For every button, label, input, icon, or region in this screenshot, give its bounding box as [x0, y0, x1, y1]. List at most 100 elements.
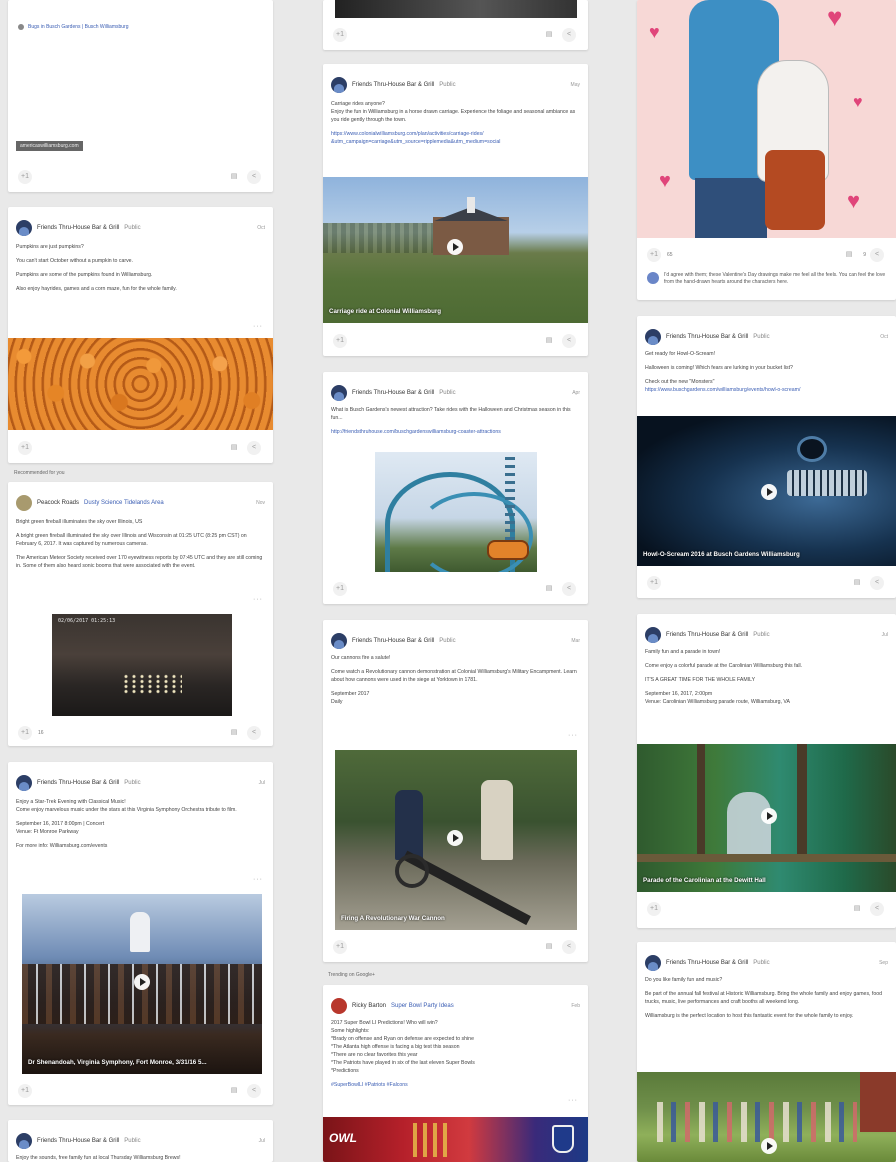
post-link[interactable]: https://www.buschgardens.com/williamsbur…: [645, 386, 886, 394]
comment-icon[interactable]: ▤: [542, 582, 556, 596]
post-text: September 16, 2017 8:00pm | Concert: [16, 821, 105, 827]
post-link[interactable]: https://www.colonialwilliamsburg.com/pla…: [331, 130, 578, 146]
comment-icon[interactable]: ▤: [850, 576, 864, 590]
comment-icon[interactable]: ▤: [227, 441, 241, 455]
plus-one-button[interactable]: +1: [333, 28, 347, 42]
share-icon[interactable]: <: [562, 582, 576, 596]
post-author[interactable]: Ricky Barton: [352, 1003, 386, 1009]
post-community[interactable]: Super Bowl Party Ideas: [391, 1003, 454, 1009]
share-icon[interactable]: <: [562, 940, 576, 954]
share-icon[interactable]: <: [562, 334, 576, 348]
plus-one-button[interactable]: +1: [18, 170, 32, 184]
comment-icon[interactable]: ▤: [227, 726, 241, 740]
post-text: *Predictions: [331, 1068, 359, 1074]
comment-icon[interactable]: ▤: [542, 28, 556, 42]
avatar[interactable]: [645, 955, 661, 971]
more-dots[interactable]: ···: [568, 732, 578, 739]
play-icon[interactable]: [761, 1138, 777, 1154]
comment-icon[interactable]: ▤: [227, 1084, 241, 1098]
post-visibility: Public: [439, 638, 456, 644]
post-card-link: Bugs in Busch Gardens | Busch Williamsbu…: [8, 0, 273, 192]
post-text: Pumpkins are just pumpkins?: [16, 244, 84, 250]
plus-one-button[interactable]: +1: [647, 902, 661, 916]
more-dots[interactable]: ···: [253, 596, 263, 603]
share-icon[interactable]: <: [870, 248, 884, 262]
howl-video[interactable]: Howl-O-Scream 2016 at Busch Gardens Will…: [637, 416, 896, 566]
avatar[interactable]: [645, 329, 661, 345]
post-author[interactable]: Friends Thru-House Bar & Grill: [666, 960, 748, 966]
parade-video[interactable]: Parade of the Carolinian at the Dewitt H…: [637, 744, 896, 892]
festival-video[interactable]: [637, 1072, 896, 1162]
post-author[interactable]: Friends Thru-House Bar & Grill: [352, 390, 434, 396]
post-author[interactable]: Friends Thru-House Bar & Grill: [37, 225, 119, 231]
avatar[interactable]: [331, 633, 347, 649]
post-author[interactable]: Friends Thru-House Bar & Grill: [352, 638, 434, 644]
plus-one-button[interactable]: +1: [18, 441, 32, 455]
post-community[interactable]: Dusty Science Tidelands Area: [84, 500, 164, 506]
share-icon[interactable]: <: [247, 726, 261, 740]
domain-badge[interactable]: americaswilliamsburg.com: [16, 141, 83, 151]
post-author[interactable]: Peacock Roads: [37, 500, 79, 506]
post-link[interactable]: http://friendsthruhouse.com/buschgardens…: [331, 428, 578, 436]
post-author[interactable]: Friends Thru-House Bar & Grill: [352, 82, 434, 88]
comment-icon[interactable]: ▤: [227, 170, 241, 184]
plus-one-button[interactable]: +1: [333, 334, 347, 348]
avatar[interactable]: [16, 1133, 32, 1149]
post-author[interactable]: Friends Thru-House Bar & Grill: [37, 780, 119, 786]
avatar[interactable]: [16, 220, 32, 236]
plus-one-button[interactable]: +1: [18, 1084, 32, 1098]
comment-icon[interactable]: ▤: [842, 248, 856, 262]
plus-one-button[interactable]: +1: [18, 726, 32, 740]
post-hashtags[interactable]: #SuperBowlLI #Patriots #Falcons: [331, 1081, 578, 1089]
share-icon[interactable]: <: [870, 576, 884, 590]
play-icon[interactable]: [761, 484, 777, 500]
post-author[interactable]: Friends Thru-House Bar & Grill: [666, 334, 748, 340]
play-icon[interactable]: [447, 830, 463, 846]
play-icon[interactable]: [447, 239, 463, 255]
share-icon[interactable]: <: [247, 441, 261, 455]
avatar[interactable]: [645, 627, 661, 643]
valentine-image[interactable]: ♥ ♥ ♥ ♥ ♥: [637, 0, 896, 238]
carriage-video[interactable]: Carriage ride at Colonial Williamsburg: [323, 177, 588, 323]
video-caption: Parade of the Carolinian at the Dewitt H…: [643, 877, 766, 884]
post-author[interactable]: Friends Thru-House Bar & Grill: [666, 632, 748, 638]
plus-one-button[interactable]: +1: [333, 940, 347, 954]
post-visibility: Public: [753, 334, 770, 340]
share-icon[interactable]: <: [870, 902, 884, 916]
commenter-avatar[interactable]: [647, 272, 659, 284]
share-icon[interactable]: <: [247, 170, 261, 184]
video-thumbnail[interactable]: [335, 0, 577, 18]
comment-icon[interactable]: ▤: [850, 902, 864, 916]
play-icon[interactable]: [134, 974, 150, 990]
more-dots[interactable]: ···: [253, 323, 263, 330]
plus-one-button[interactable]: +1: [647, 576, 661, 590]
plus-one-button[interactable]: +1: [647, 248, 661, 262]
avatar[interactable]: [331, 385, 347, 401]
share-icon[interactable]: <: [247, 1084, 261, 1098]
more-dots[interactable]: ···: [568, 1097, 578, 1104]
play-icon[interactable]: [761, 808, 777, 824]
dashcam-image[interactable]: 02/06/2017 01:25:13: [52, 614, 232, 716]
avatar[interactable]: [331, 77, 347, 93]
symphony-video[interactable]: Dr Shenandoah, Virginia Symphony, Fort M…: [22, 894, 262, 1074]
video-caption: Carriage ride at Colonial Williamsburg: [329, 308, 442, 315]
link-title[interactable]: Bugs in Busch Gardens | Busch Williamsbu…: [28, 24, 129, 30]
avatar[interactable]: [16, 775, 32, 791]
comment-icon[interactable]: ▤: [542, 940, 556, 954]
post-visibility: Public: [753, 960, 770, 966]
cannon-video[interactable]: Firing A Revolutionary War Cannon: [335, 750, 577, 930]
superbowl-image[interactable]: OWL: [323, 1117, 588, 1162]
post-text: Daily: [331, 699, 343, 705]
coaster-image[interactable]: [375, 452, 537, 572]
comment-icon[interactable]: ▤: [542, 334, 556, 348]
post-text: September 16, 2017, 2:00pm: [645, 691, 713, 697]
pumpkin-image[interactable]: [8, 338, 273, 430]
share-icon[interactable]: <: [562, 28, 576, 42]
post-author[interactable]: Friends Thru-House Bar & Grill: [37, 1138, 119, 1144]
avatar[interactable]: [16, 495, 32, 511]
more-dots[interactable]: ···: [253, 876, 263, 883]
plus-one-button[interactable]: +1: [333, 582, 347, 596]
post-text: Halloween is coming! Which fears are lur…: [645, 365, 793, 371]
post-text: Get ready for Howl-O-Scream!: [645, 351, 716, 357]
avatar[interactable]: [331, 998, 347, 1014]
